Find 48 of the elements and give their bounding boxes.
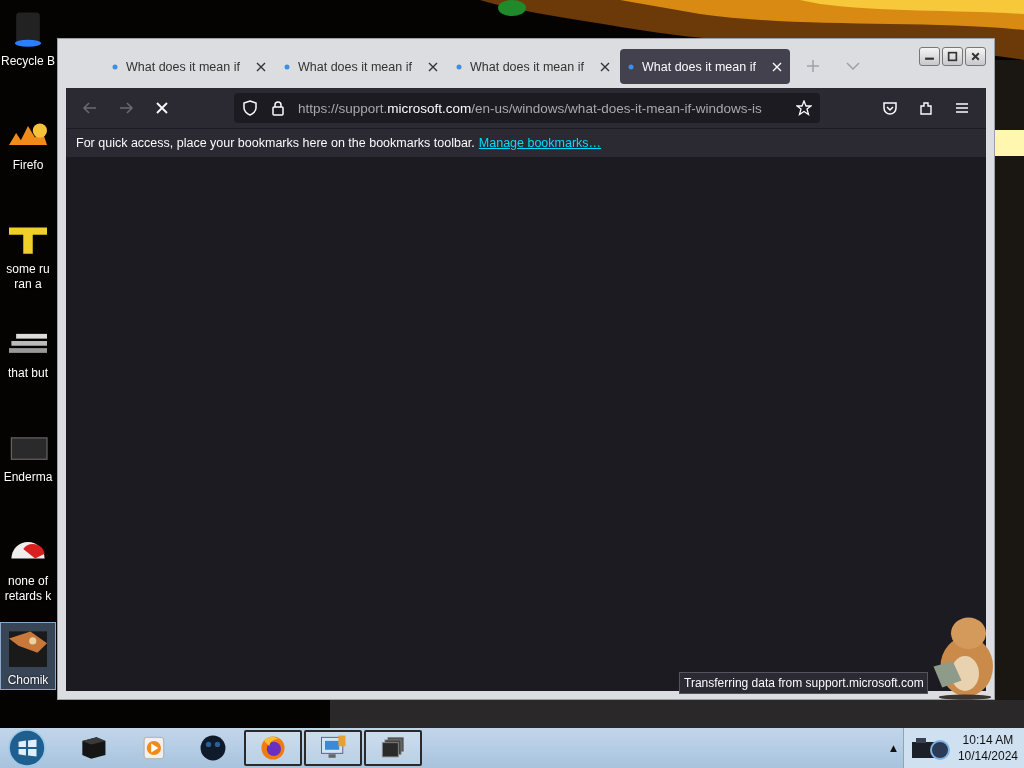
icon-label[interactable]: Recycle B [1,54,55,69]
bookmarks-hint: For quick access, place your bookmarks here on the bookmarks toolbar. [76,136,475,150]
loading-dot-icon [456,63,462,70]
stop-button[interactable] [154,100,170,116]
tray-arrow[interactable]: ▲ [890,743,897,753]
tab-title[interactable]: What does it mean if [470,59,584,74]
icon-label[interactable]: none of retards k [4,574,52,604]
desktop-icon-selected[interactable]: Chomik [0,622,56,690]
loading-dot-icon [284,63,290,70]
maximize-button[interactable] [942,47,963,66]
close-button[interactable] [965,47,986,66]
close-tab-icon[interactable] [428,61,438,72]
clock-time[interactable]: 10:14 AM [962,732,1014,748]
tab[interactable]: What does it mean if [276,49,446,84]
pocket-icon[interactable] [882,100,898,116]
tab[interactable]: What does it mean if [448,49,618,84]
manage-bookmarks-link[interactable]: Manage bookmarks… [478,136,602,150]
maximize-icon[interactable] [947,51,958,62]
tab[interactable]: What does it mean if [620,49,790,84]
taskbar-button[interactable] [364,730,422,766]
picture-thumbnail-icon[interactable] [6,629,50,667]
loading-dot-icon [628,63,634,70]
taskbar-button[interactable] [304,730,362,766]
taskbar-button[interactable] [244,730,302,766]
shield-icon[interactable] [242,100,258,116]
tab-title[interactable]: What does it mean if [642,59,756,74]
close-icon[interactable] [970,51,981,62]
minimize-button[interactable] [919,47,940,66]
icon-label[interactable]: Firefo [12,158,44,173]
icon-label[interactable]: that but [8,366,48,381]
tab-title[interactable]: What does it mean if [298,59,412,74]
lock-icon[interactable] [270,100,286,116]
tab-title[interactable]: What does it mean if [126,59,240,74]
icon-label[interactable]: some ru ran a [6,262,50,292]
status-tooltip: Transferring data from support.microsoft.com [679,672,928,694]
close-tab-icon[interactable] [256,61,266,72]
start-button[interactable] [8,729,46,767]
extensions-icon[interactable] [918,100,934,116]
window-edge [995,130,1024,156]
clock-date[interactable]: 10/14/2024 [957,748,1018,764]
star-icon[interactable] [796,100,812,116]
loading-dot-icon [112,63,118,70]
tab[interactable]: What does it mean if [104,49,274,84]
address-bar[interactable]: https://support.microsoft.com/en-us/windows/what-does-it-mean-if-windows-is [234,93,820,123]
icon-label[interactable]: Chomik [7,673,49,688]
close-tab-icon[interactable] [600,61,610,72]
menu-icon[interactable] [954,100,970,116]
icon-label[interactable]: Enderma [3,470,53,485]
